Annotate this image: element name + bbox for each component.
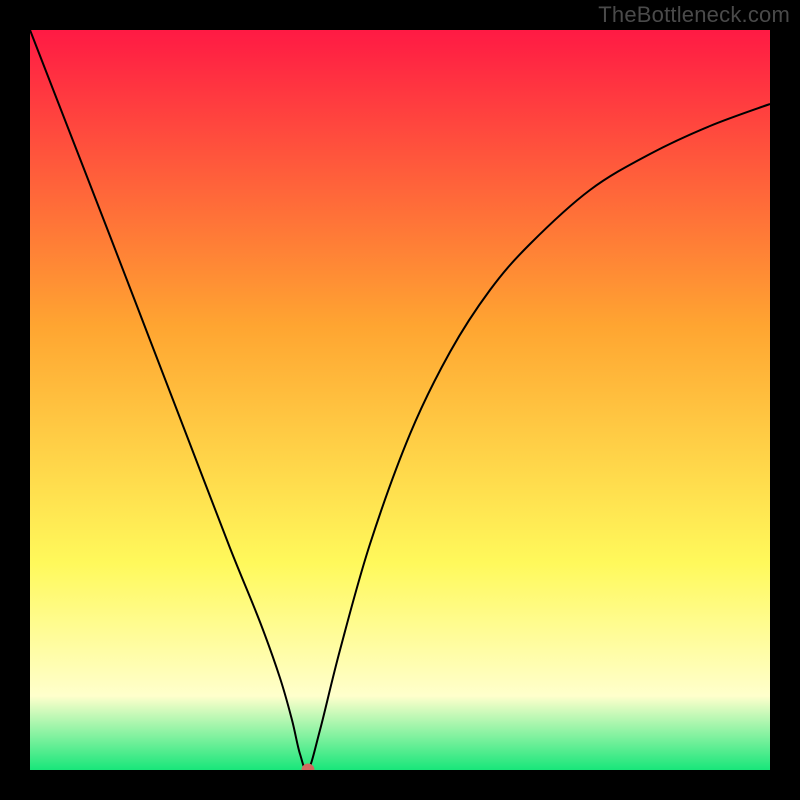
plot-svg [30, 30, 770, 770]
watermark-text: TheBottleneck.com [598, 2, 790, 28]
gradient-background [30, 30, 770, 770]
plot-area [30, 30, 770, 770]
curve-minimum-marker [302, 764, 315, 771]
chart-frame: TheBottleneck.com [0, 0, 800, 800]
